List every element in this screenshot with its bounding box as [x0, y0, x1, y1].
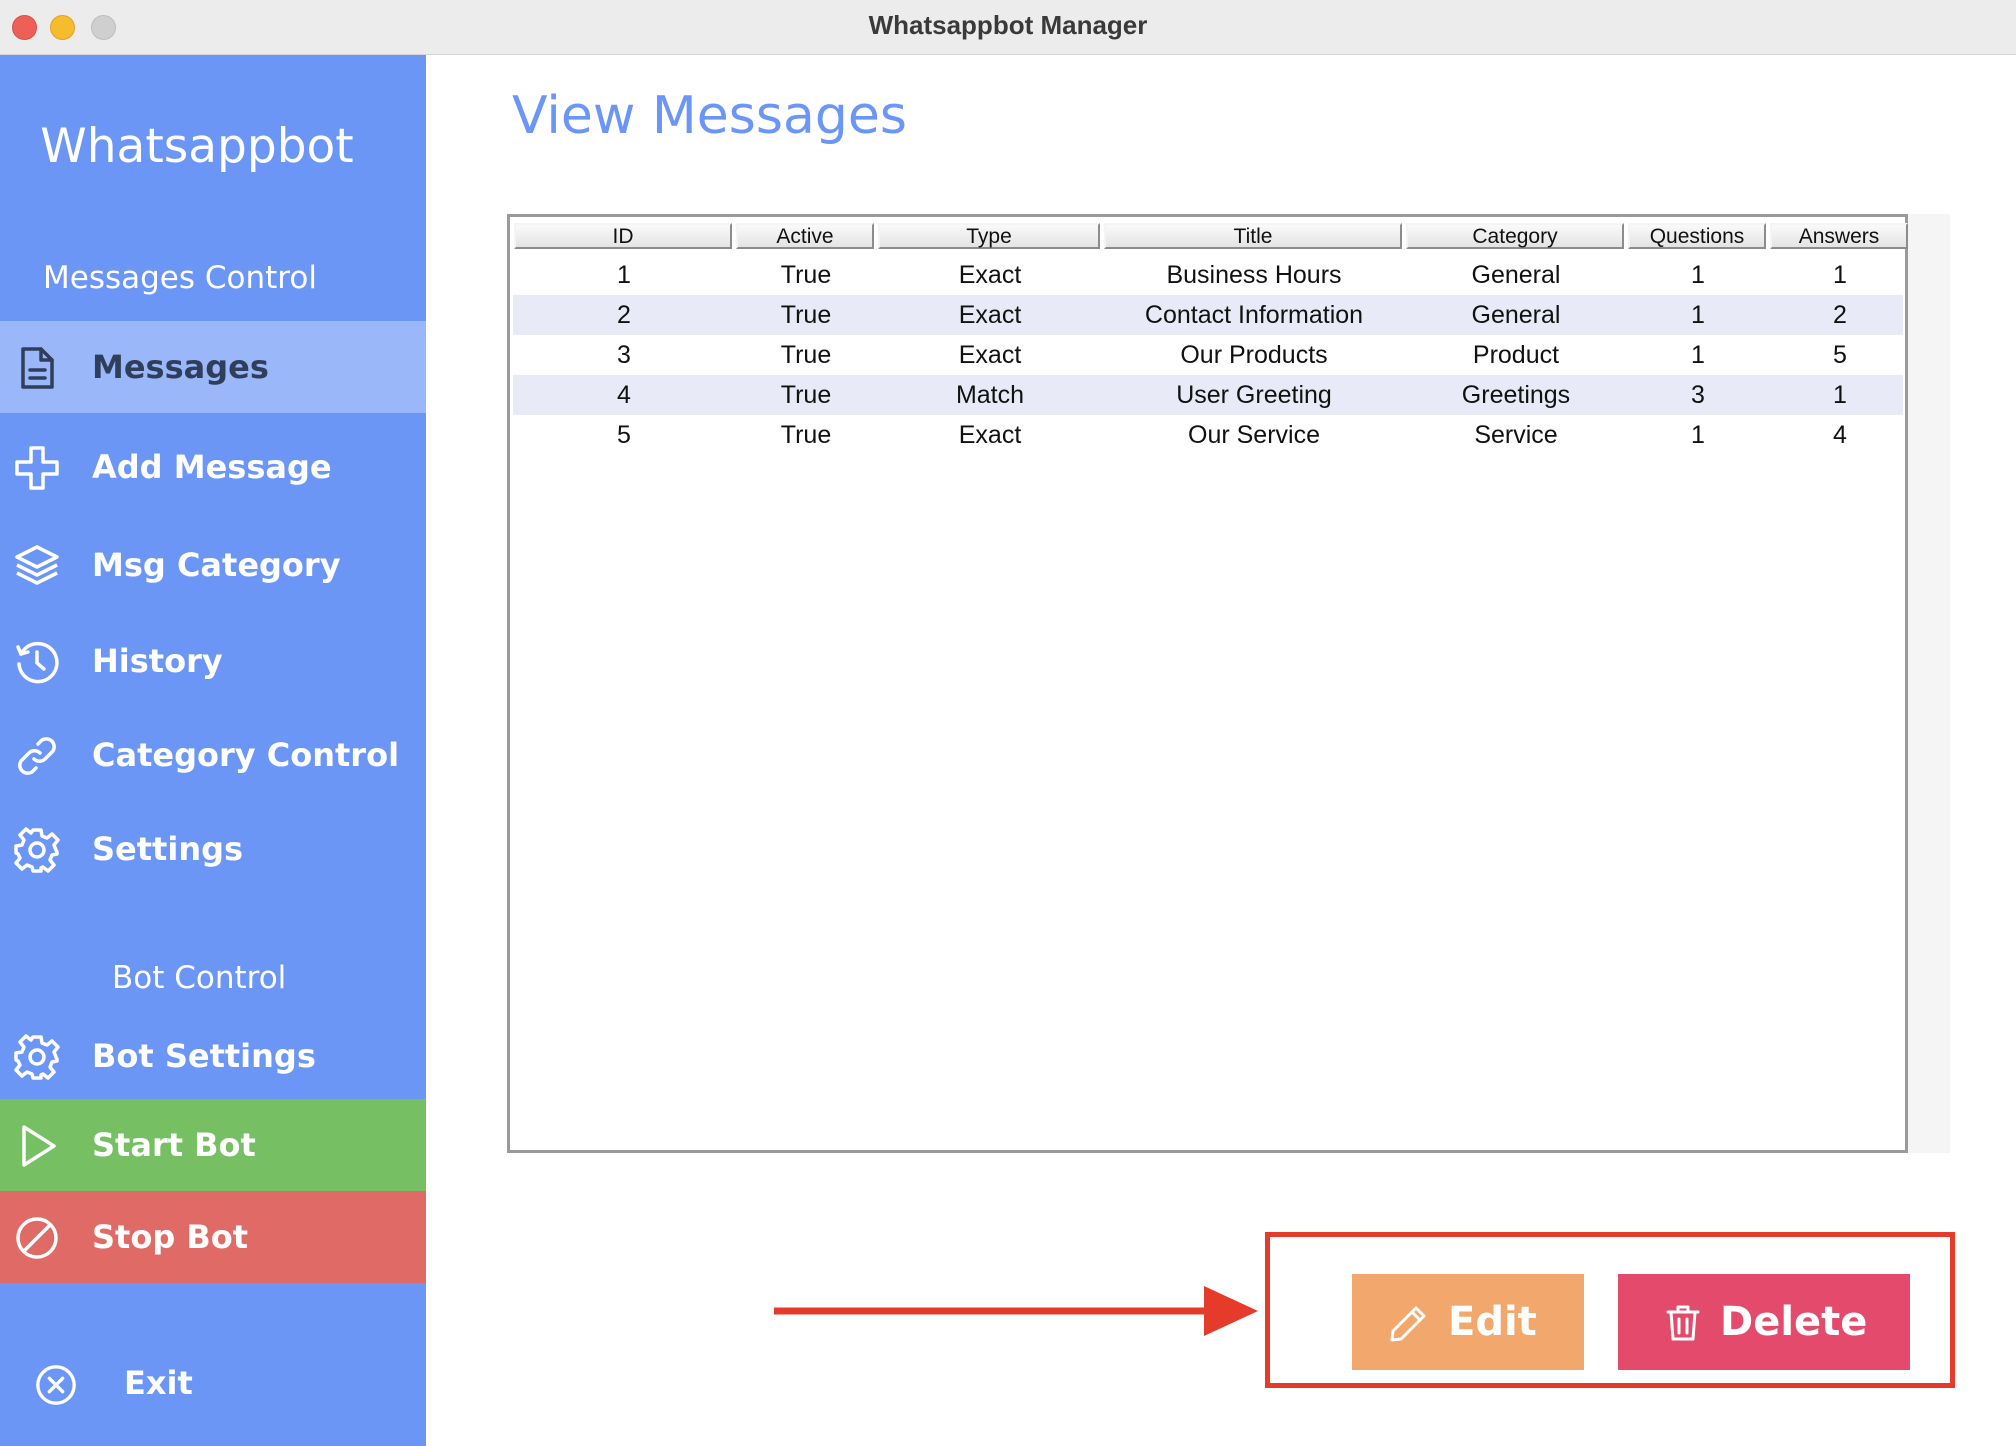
- cell-id: 2: [617, 301, 631, 329]
- stop-icon: [16, 1217, 58, 1259]
- play-icon: [22, 1125, 56, 1167]
- brand-title: Whatsappbot: [40, 119, 354, 174]
- cell-category: Product: [1472, 341, 1560, 369]
- sidebar-item-label: Add Message: [92, 448, 332, 486]
- cell-answers: 5: [1833, 341, 1847, 369]
- annotation-highlight-box: [1265, 1232, 1955, 1388]
- column-header-id[interactable]: ID: [514, 223, 732, 249]
- sidebar-item-label: Msg Category: [92, 546, 341, 584]
- table-row[interactable]: 1 True Exact Business Hours General 1 1: [513, 255, 1903, 295]
- history-icon: [16, 641, 59, 684]
- close-circle-icon: [36, 1365, 76, 1405]
- column-header-active[interactable]: Active: [736, 223, 874, 249]
- messages-table: ID Active Type Title Category Questions …: [507, 214, 1908, 1153]
- column-header-category[interactable]: Category: [1406, 223, 1624, 249]
- cell-id: 3: [617, 341, 631, 369]
- cell-category: Service: [1474, 421, 1558, 449]
- cell-title: Our Service: [1188, 421, 1320, 449]
- layers-icon: [15, 545, 59, 585]
- sidebar-item-history[interactable]: History: [0, 615, 426, 707]
- cell-active: True: [780, 421, 832, 449]
- cell-answers: 1: [1833, 381, 1847, 409]
- cell-type: Exact: [958, 261, 1022, 289]
- sidebar-item-label: Messages: [92, 348, 269, 386]
- cell-type: Exact: [958, 301, 1022, 329]
- bot-control-label: Bot Control: [112, 960, 287, 996]
- cell-type: Match: [955, 381, 1025, 409]
- page-title: View Messages: [512, 86, 907, 146]
- cell-id: 4: [617, 381, 631, 409]
- cell-questions: 1: [1691, 261, 1705, 289]
- sidebar-item-settings[interactable]: Settings: [0, 803, 426, 895]
- sidebar-item-messages[interactable]: Messages: [0, 321, 426, 413]
- cell-active: True: [780, 341, 832, 369]
- column-header-title[interactable]: Title: [1104, 223, 1402, 249]
- cell-questions: 1: [1691, 341, 1705, 369]
- table-row[interactable]: 4 True Match User Greeting Greetings 3 1: [513, 375, 1903, 415]
- sidebar-item-label: History: [92, 642, 223, 680]
- window-title: Whatsappbot Manager: [868, 10, 1148, 40]
- title-bar: Whatsappbot Manager: [0, 0, 2016, 55]
- cell-type: Exact: [958, 341, 1022, 369]
- link-icon: [18, 737, 56, 775]
- column-header-type[interactable]: Type: [878, 223, 1100, 249]
- plus-icon: [15, 446, 59, 490]
- exit-label: Exit: [124, 1364, 193, 1402]
- cell-active: True: [780, 301, 832, 329]
- column-header-answers[interactable]: Answers: [1770, 223, 1908, 249]
- cell-category: Greetings: [1461, 381, 1571, 409]
- sidebar-item-label: Start Bot: [92, 1126, 256, 1164]
- gear-icon: [14, 827, 60, 873]
- cell-id: 5: [617, 421, 631, 449]
- table-row[interactable]: 3 True Exact Our Products Product 1 5: [513, 335, 1903, 375]
- cell-questions: 1: [1691, 421, 1705, 449]
- cell-answers: 4: [1833, 421, 1847, 449]
- cell-category: General: [1471, 261, 1561, 289]
- sidebar-item-label: Bot Settings: [92, 1037, 316, 1075]
- cell-active: True: [780, 381, 832, 409]
- messages-control-label: Messages Control: [43, 260, 317, 296]
- sidebar-item-msg-category[interactable]: Msg Category: [0, 519, 426, 611]
- table-row[interactable]: 5 True Exact Our Service Service 1 4: [513, 415, 1903, 455]
- cell-answers: 1: [1833, 261, 1847, 289]
- cell-id: 1: [617, 261, 631, 289]
- sidebar: Whatsappbot Messages Control Messages Ad…: [0, 55, 426, 1446]
- cell-category: General: [1471, 301, 1561, 329]
- annotation-arrow-icon: [774, 1286, 1258, 1336]
- table-scroll-area: [1908, 214, 1950, 1153]
- cell-title: User Greeting: [1176, 381, 1332, 409]
- sidebar-item-bot-settings[interactable]: Bot Settings: [0, 1010, 426, 1102]
- sidebar-item-label: Category Control: [92, 736, 400, 774]
- table-row[interactable]: 2 True Exact Contact Information General…: [513, 295, 1903, 335]
- cell-title: Contact Information: [1144, 301, 1364, 329]
- sidebar-item-label: Settings: [92, 830, 244, 868]
- cell-questions: 1: [1691, 301, 1705, 329]
- start-bot-button[interactable]: Start Bot: [0, 1099, 426, 1191]
- column-header-questions[interactable]: Questions: [1628, 223, 1766, 249]
- cell-active: True: [780, 261, 832, 289]
- exit-button[interactable]: Exit: [0, 1333, 426, 1433]
- cell-questions: 3: [1691, 381, 1705, 409]
- cell-answers: 2: [1833, 301, 1847, 329]
- cell-title: Our Products: [1180, 341, 1328, 369]
- gear-icon: [14, 1034, 60, 1080]
- document-icon: [21, 347, 54, 389]
- cell-title: Business Hours: [1166, 261, 1342, 289]
- cell-type: Exact: [958, 421, 1022, 449]
- sidebar-item-category-control[interactable]: Category Control: [0, 709, 426, 801]
- stop-bot-button[interactable]: Stop Bot: [0, 1191, 426, 1283]
- sidebar-item-label: Stop Bot: [92, 1218, 249, 1256]
- sidebar-item-add-message[interactable]: Add Message: [0, 421, 426, 513]
